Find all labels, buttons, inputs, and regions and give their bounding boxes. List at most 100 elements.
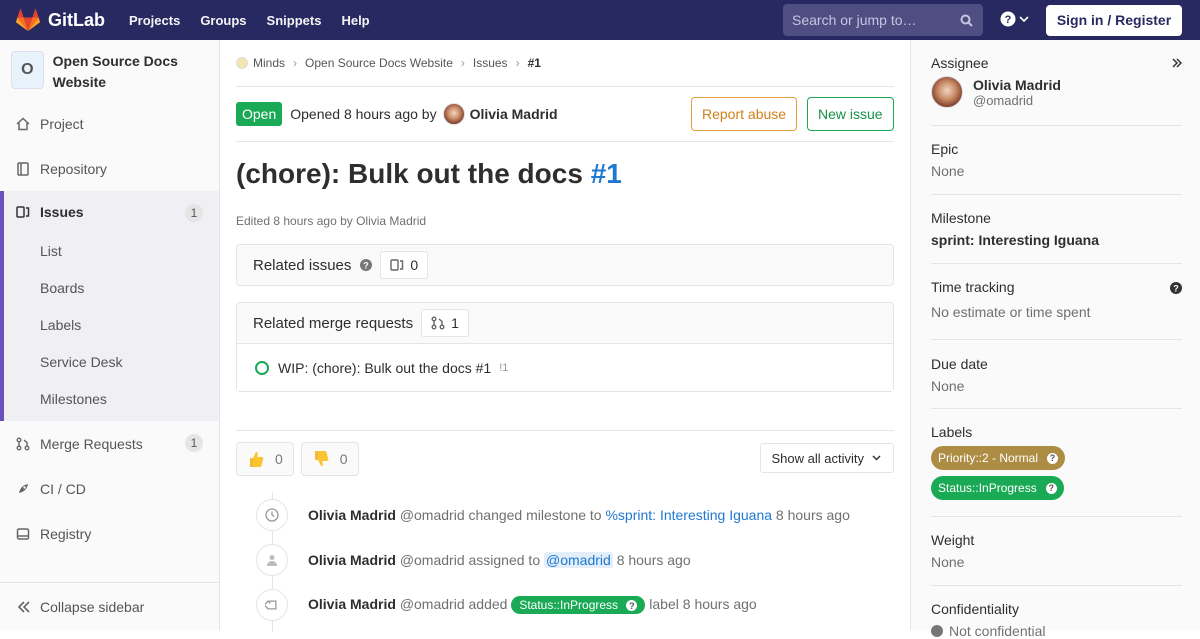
mr-title[interactable]: WIP: (chore): Bulk out the docs #1 [278,360,491,376]
milestone-title: Milestone [931,210,991,226]
timeline-suffix: label [649,595,679,612]
page-title: (chore): Bulk out the docs #1 [236,158,894,190]
svg-text:?: ? [364,261,370,271]
breadcrumb: Minds › Open Source Docs Website › Issue… [236,40,894,87]
assignee[interactable]: Olivia Madrid @omadrid [931,76,1182,108]
sidebar-subitem-boards[interactable]: Boards [0,269,219,306]
chevron-down-icon [1019,16,1029,22]
question-icon[interactable]: ? [1170,282,1182,294]
status-badge: Open [236,102,283,126]
double-chevron-right-icon[interactable] [1172,58,1182,68]
double-chevron-left-icon [17,600,30,613]
timeline-author[interactable]: Olivia Madrid [308,552,396,568]
label-priority[interactable]: Priority::2 - Normal? [931,446,1066,470]
sign-in-button[interactable]: Sign in / Register [1046,5,1182,36]
list-item[interactable]: WIP: (chore): Bulk out the docs #1 !1 [237,343,893,391]
report-abuse-button[interactable]: Report abuse [691,97,798,131]
chevron-right-icon: › [293,56,298,70]
sidebar-item-label: Issues [40,203,84,220]
gitlab-logo[interactable]: GitLab [16,0,105,40]
search-placeholder: Search or jump to… [792,12,917,28]
related-issues-count: 0 [380,251,429,279]
label-icon [256,588,288,621]
chevron-down-icon [872,455,881,461]
rocket-icon [16,482,30,496]
timeline-handle: @omadrid [399,595,465,612]
milestone-value[interactable]: sprint: Interesting Iguana [931,232,1182,248]
related-issues-header: Related issues ? 0 [237,245,893,285]
sidebar-item-merge-requests[interactable]: Merge Requests 1 [0,421,219,466]
timeline-entry: Olivia Madrid @omadrid changed milestone… [236,492,894,537]
label-status[interactable]: Status::InProgress? [931,476,1064,500]
mr-reference: !1 [499,361,509,374]
sidebar-item-label: Repository [40,160,107,177]
time-tracking-title: Time tracking [931,279,1015,295]
weight-title: Weight [931,532,975,548]
breadcrumb-project[interactable]: Open Source Docs Website [305,56,453,70]
author-name[interactable]: Olivia Madrid [470,106,558,122]
issue-number: #1 [590,158,622,189]
sidebar-item-repository[interactable]: Repository [0,146,219,191]
help-dropdown[interactable]: ? [1000,11,1029,27]
sidebar-item-registry[interactable]: Registry [0,511,219,556]
sidebar-subitem-service-desk[interactable]: Service Desk [0,343,219,380]
open-status-icon [255,360,269,375]
due-date-value: None [931,378,965,394]
timeline-action: changed milestone to [468,506,602,523]
thumbs-down-button[interactable]: 0 [300,441,359,476]
timeline-time: 8 hours ago [775,506,850,523]
thumbs-down-count: 0 [339,450,348,467]
nav-snippets[interactable]: Snippets [267,13,322,28]
timeline-author[interactable]: Olivia Madrid [308,596,396,612]
time-tracking-value: No estimate or time spent [931,304,1091,320]
weight-block: Weight None [931,517,1182,586]
user-mention[interactable]: @omadrid [544,551,613,568]
issues-icon [16,205,30,219]
confidentiality-block: Confidentiality Not confidential [931,586,1182,639]
sidebar-item-issues[interactable]: Issues 1 [0,191,219,232]
search-input[interactable]: Search or jump to… [783,4,983,36]
breadcrumb-issues[interactable]: Issues [473,56,508,70]
question-icon[interactable]: ? [360,259,373,271]
thumbs-up-button[interactable]: 0 [236,441,294,476]
sidebar-subitem-labels[interactable]: Labels [0,306,219,343]
timeline-entry: Olivia Madrid @omadrid added Status::InP… [236,582,894,627]
disk-icon [16,527,30,541]
sidebar-project[interactable]: O Open Source Docs Website [0,40,219,101]
svg-text:?: ? [1173,284,1179,294]
nav-help[interactable]: Help [341,13,369,28]
label-text: Priority::2 - Normal [938,451,1039,465]
question-icon: ? [626,600,638,611]
due-date-title: Due date [931,356,988,372]
nav-groups[interactable]: Groups [200,13,246,28]
timeline-handle: @omadrid [399,506,465,523]
sidebar-item-project[interactable]: Project [0,101,219,146]
breadcrumb-issue-number[interactable]: #1 [528,56,541,70]
status-label-chip[interactable]: Status::InProgress ? [511,595,646,614]
sidebar-item-ci-cd[interactable]: CI / CD [0,466,219,511]
milestone-link[interactable]: %sprint: Interesting Iguana [605,507,772,523]
breadcrumb-group[interactable]: Minds [253,56,285,70]
collapse-sidebar-button[interactable]: Collapse sidebar [0,582,219,630]
nav-projects[interactable]: Projects [129,13,180,28]
timeline-author[interactable]: Olivia Madrid [308,507,396,523]
avatar [931,76,963,108]
activity-filter-dropdown[interactable]: Show all activity [759,443,894,473]
new-issue-button[interactable]: New issue [807,97,894,131]
avatar[interactable] [442,103,465,125]
minds-group-icon [236,57,248,69]
opened-by: Opened 8 hours ago by Olivia Madrid [290,103,558,125]
sidebar-subitem-milestones[interactable]: Milestones [0,380,219,417]
assignee-block: Assignee Olivia Madrid @omadrid [931,40,1182,126]
merge-request-icon [431,316,445,330]
labels-list: Priority::2 - Normal? Status::InProgress… [931,446,1182,506]
clock-icon [256,498,288,531]
thumbs-up-count: 0 [275,450,283,467]
confidentiality-text: Not confidential [949,623,1046,639]
assignee-title: Assignee [931,55,989,71]
question-icon: ? [1045,482,1057,494]
user-icon [256,543,288,576]
sidebar-subitem-list[interactable]: List [0,232,219,269]
related-issues-card: Related issues ? 0 [236,244,894,286]
svg-text:?: ? [1005,14,1012,26]
